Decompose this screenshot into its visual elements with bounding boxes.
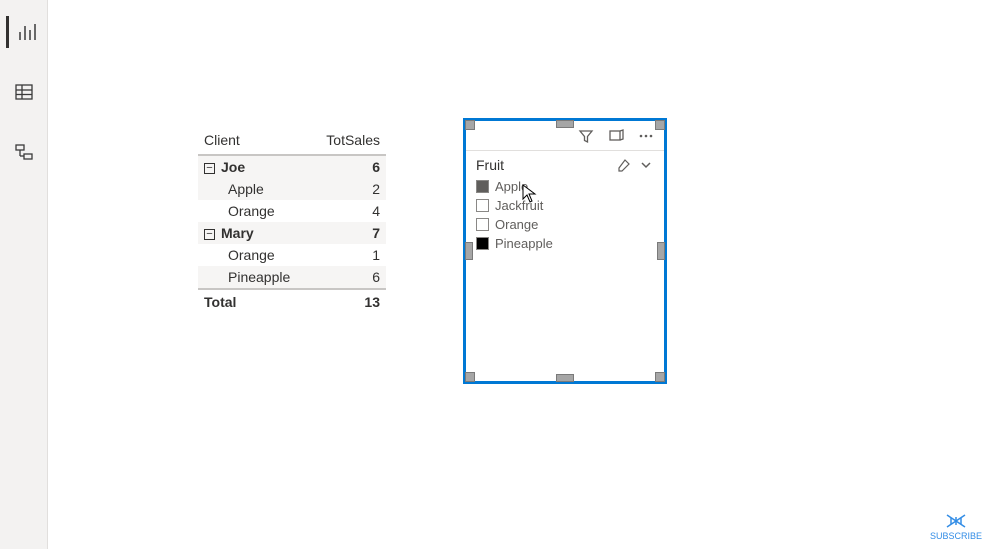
group-label: Mary (221, 225, 254, 241)
slicer-title: Fruit (476, 157, 504, 173)
checkbox-icon[interactable] (476, 218, 489, 231)
matrix-group-row[interactable]: −Joe 6 (198, 155, 386, 178)
report-view-button[interactable] (6, 16, 42, 48)
matrix-data-row[interactable]: Pineapple 6 (198, 266, 386, 289)
matrix-data-row[interactable]: Apple 2 (198, 178, 386, 200)
chevron-down-icon[interactable] (638, 157, 654, 173)
checkbox-icon[interactable] (476, 237, 489, 250)
cell-value: 4 (311, 200, 386, 222)
collapse-icon[interactable]: − (204, 163, 215, 174)
slicer-item[interactable]: Orange (476, 215, 654, 234)
model-view-button[interactable] (6, 136, 42, 168)
eraser-icon[interactable] (616, 157, 632, 173)
resize-handle[interactable] (465, 120, 475, 130)
cell-label: Orange (198, 244, 311, 266)
cell-label: Apple (198, 178, 311, 200)
matrix-group-row[interactable]: −Mary 7 (198, 222, 386, 244)
cell-value: 1 (311, 244, 386, 266)
slicer-item-label: Pineapple (495, 236, 553, 251)
slicer-body: Fruit Apple (466, 151, 664, 259)
focus-mode-icon[interactable] (606, 126, 626, 146)
checkbox-icon[interactable] (476, 199, 489, 212)
resize-handle[interactable] (655, 372, 665, 382)
cell-label: Orange (198, 200, 311, 222)
more-options-icon[interactable] (636, 126, 656, 146)
cell-value: 6 (311, 266, 386, 289)
resize-handle[interactable] (556, 120, 574, 128)
slicer-item-label: Jackfruit (495, 198, 543, 213)
total-label: Total (198, 289, 311, 313)
group-subtotal: 7 (311, 222, 386, 244)
filter-icon[interactable] (576, 126, 596, 146)
resize-handle[interactable] (465, 372, 475, 382)
matrix-visual[interactable]: Client TotSales −Joe 6 Apple 2 Orange 4 (198, 128, 386, 313)
resize-handle[interactable] (556, 374, 574, 382)
subscribe-watermark: SUBSCRIBE (930, 513, 982, 541)
resize-handle[interactable] (465, 242, 473, 260)
dna-icon (945, 513, 967, 529)
slicer-visual[interactable]: Fruit Apple (463, 118, 667, 384)
table-icon (14, 82, 34, 102)
matrix-total-row: Total 13 (198, 289, 386, 313)
slicer-item-label: Apple (495, 179, 528, 194)
total-value: 13 (311, 289, 386, 313)
cell-value: 2 (311, 178, 386, 200)
data-view-button[interactable] (6, 76, 42, 108)
matrix-col-client[interactable]: Client (198, 128, 311, 155)
matrix-data-row[interactable]: Orange 4 (198, 200, 386, 222)
bar-chart-icon (17, 22, 37, 42)
slicer-item[interactable]: Pineapple (476, 234, 654, 253)
slicer-item[interactable]: Jackfruit (476, 196, 654, 215)
cell-label: Pineapple (198, 266, 311, 289)
matrix-col-totsales[interactable]: TotSales (311, 128, 386, 155)
matrix-header-row: Client TotSales (198, 128, 386, 155)
group-subtotal: 6 (311, 155, 386, 178)
resize-handle[interactable] (657, 242, 665, 260)
slicer-item[interactable]: Apple (476, 177, 654, 196)
collapse-icon[interactable]: − (204, 229, 215, 240)
view-switcher (0, 0, 48, 549)
resize-handle[interactable] (655, 120, 665, 130)
model-icon (14, 142, 34, 162)
subscribe-label: SUBSCRIBE (930, 531, 982, 541)
report-canvas[interactable]: Client TotSales −Joe 6 Apple 2 Orange 4 (48, 0, 994, 549)
checkbox-icon[interactable] (476, 180, 489, 193)
matrix-data-row[interactable]: Orange 1 (198, 244, 386, 266)
group-label: Joe (221, 159, 245, 175)
slicer-item-label: Orange (495, 217, 538, 232)
